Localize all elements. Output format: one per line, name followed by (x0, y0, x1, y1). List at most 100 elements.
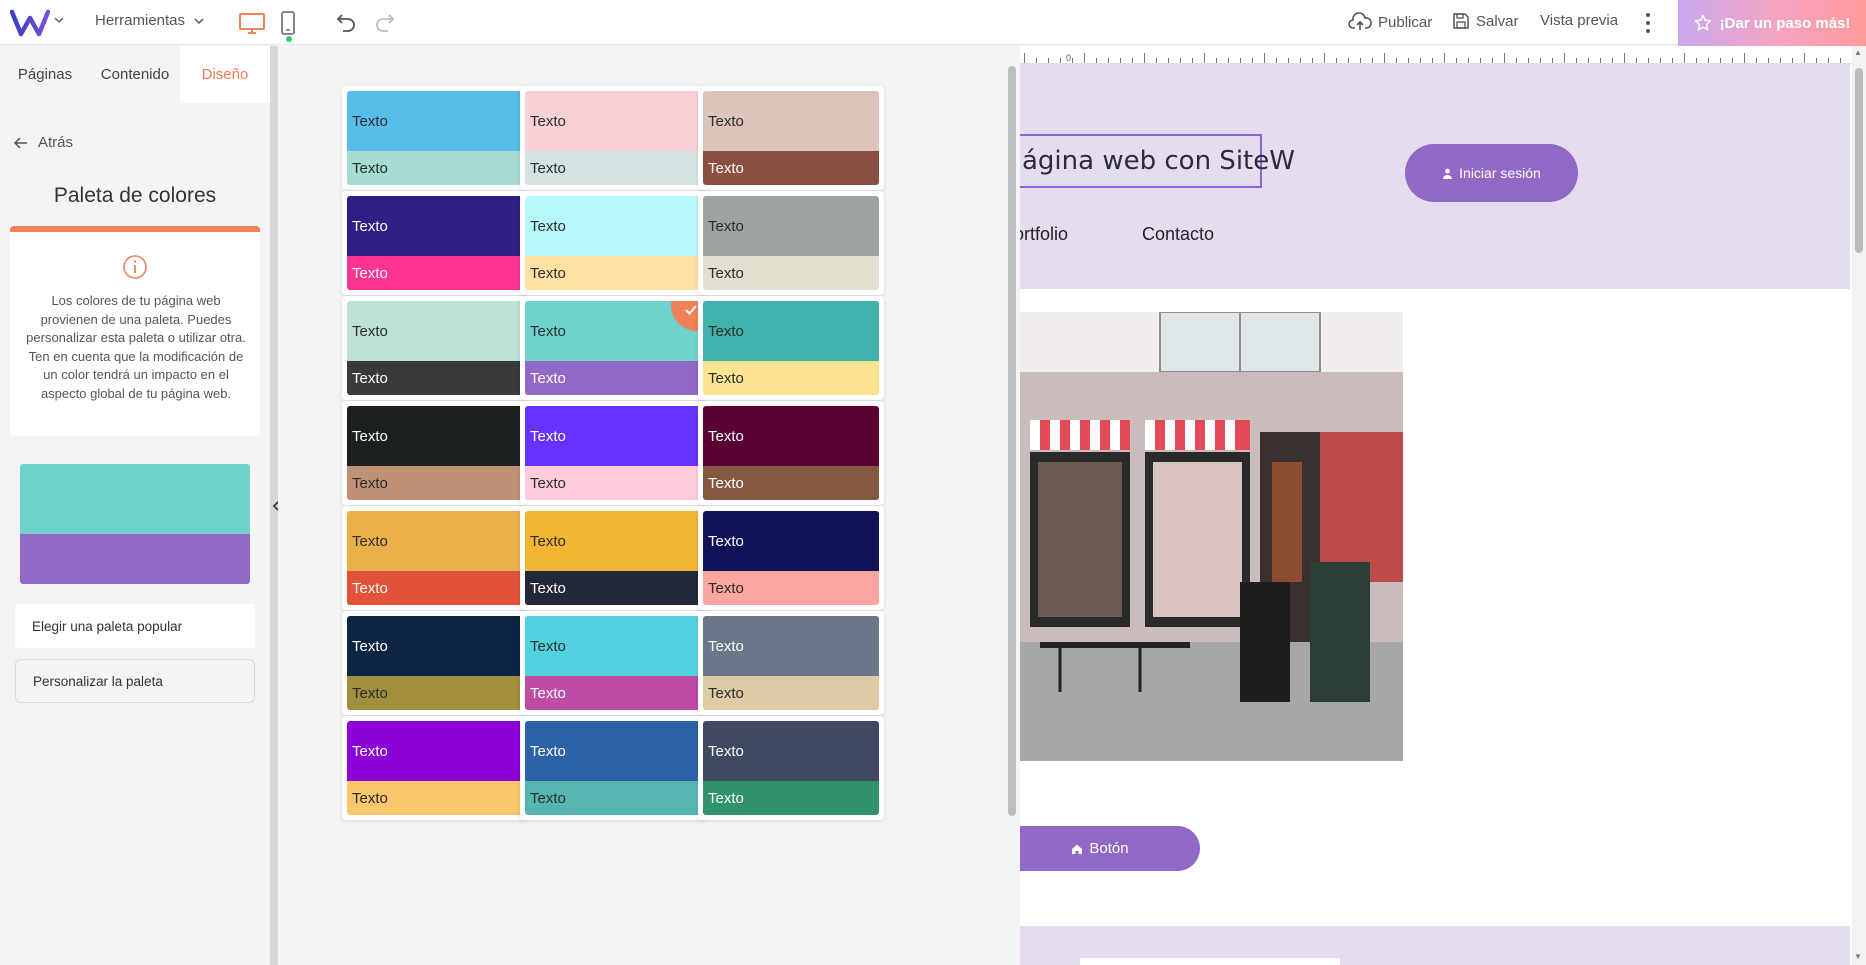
palette-option[interactable]: Texto Texto (520, 506, 706, 610)
ruler-tick (1456, 58, 1457, 63)
save-button[interactable]: Salvar (1452, 12, 1519, 30)
storefront-illustration (1020, 312, 1403, 761)
palette-primary-swatch: Texto (347, 196, 523, 256)
palette-sample-text: Texto (352, 637, 388, 655)
palette-secondary-swatch: Texto (525, 781, 701, 815)
scroll-down-icon[interactable]: ▼ (1854, 952, 1862, 961)
palette-sample-text: Texto (352, 322, 388, 340)
ruler-tick (1072, 58, 1073, 63)
cta-button[interactable]: Botón (1020, 826, 1200, 871)
undo-icon[interactable] (334, 10, 358, 34)
info-text: Los colores de tu página web provienen d… (26, 293, 246, 401)
tools-label: Herramientas (95, 12, 186, 29)
upgrade-button[interactable]: ¡Dar un paso más! (1678, 0, 1866, 46)
palette-option[interactable]: Texto Texto (698, 191, 884, 295)
palette-secondary-swatch: Texto (525, 151, 701, 185)
ruler-tick (1600, 58, 1601, 63)
palette-sample-text: Texto (530, 217, 566, 235)
ruler-tick (1420, 58, 1421, 63)
palette-option[interactable]: Texto Texto (698, 401, 884, 505)
palette-option[interactable]: Texto Texto (520, 716, 706, 820)
scroll-up-icon[interactable]: ▲ (1854, 48, 1862, 57)
nav-link-contact[interactable]: Contacto (1142, 224, 1214, 245)
palette-option[interactable]: Texto Texto (698, 716, 884, 820)
tab-design[interactable]: Diseño (180, 46, 270, 103)
palette-secondary-swatch: Texto (703, 571, 879, 605)
palette-primary-swatch: Texto (703, 616, 879, 676)
palette-sample-text: Texto (708, 579, 744, 597)
palette-option[interactable]: Texto Texto (520, 191, 706, 295)
palette-sample-text: Texto (352, 742, 388, 760)
ruler-tick (1312, 58, 1313, 63)
palette-option[interactable]: Texto Texto (520, 401, 706, 505)
palette-sample-text: Texto (352, 532, 388, 550)
ruler-tick (1300, 58, 1301, 63)
ruler-tick (1240, 58, 1241, 63)
ruler-tick (1660, 58, 1661, 63)
palette-option[interactable]: Texto Texto (520, 296, 706, 400)
current-palette-preview[interactable] (20, 464, 250, 584)
save-label: Salvar (1476, 12, 1519, 30)
ruler-tick (1840, 58, 1841, 63)
nav-link-portfolio[interactable]: ortfolio (1020, 224, 1068, 245)
ruler-tick (1252, 58, 1253, 63)
more-vertical-icon[interactable] (1640, 10, 1656, 36)
palette-option[interactable]: Texto Texto (342, 191, 528, 295)
palette-primary-swatch: Texto (525, 511, 701, 571)
ruler-tick (1540, 58, 1541, 63)
palette-option[interactable]: Texto Texto (342, 296, 528, 400)
ruler-tick (1288, 58, 1289, 63)
palette-sample-text: Texto (352, 789, 388, 807)
ruler-tick (1372, 58, 1373, 63)
sitew-logo-icon[interactable] (10, 8, 50, 38)
ruler-tick (1828, 58, 1829, 63)
palette-secondary-swatch: Texto (347, 676, 523, 710)
palette-secondary-swatch: Texto (525, 571, 701, 605)
publish-button[interactable]: Publicar (1348, 12, 1432, 32)
ruler-tick (1672, 58, 1673, 63)
ruler-tick (1264, 53, 1265, 63)
redo-icon[interactable] (373, 10, 397, 34)
tools-menu[interactable]: Herramientas (95, 12, 205, 29)
palette-primary-swatch: Texto (703, 511, 879, 571)
ruler-tick (1816, 58, 1817, 63)
choose-popular-palette-button[interactable]: Elegir una paleta popular (15, 604, 255, 648)
ruler-tick (1024, 53, 1025, 63)
mobile-icon[interactable] (280, 10, 296, 36)
ruler-tick (1732, 58, 1733, 63)
palette-primary-swatch: Texto (347, 721, 523, 781)
chevron-down-icon[interactable] (54, 15, 64, 25)
ruler-tick (1228, 58, 1229, 63)
tab-pages[interactable]: Páginas (0, 46, 90, 103)
home-icon (1072, 844, 1083, 854)
storefront-photo[interactable] (1020, 312, 1403, 761)
palette-option[interactable]: Texto Texto (698, 86, 884, 190)
palette-option[interactable]: Texto Texto (342, 86, 528, 190)
customize-palette-button[interactable]: Personalizar la paleta (15, 659, 255, 703)
palette-option[interactable]: Texto Texto (342, 401, 528, 505)
palette-grid-scroll-thumb[interactable] (1008, 66, 1016, 816)
upgrade-label: ¡Dar un paso más! (1719, 14, 1851, 32)
site-title-text-block[interactable]: ágina web con SiteW (1020, 134, 1295, 188)
palette-sample-text: Texto (530, 532, 566, 550)
palette-option[interactable]: Texto Texto (698, 611, 884, 715)
preview-scroll-thumb[interactable] (1855, 68, 1863, 253)
palette-option[interactable]: Texto Texto (342, 506, 528, 610)
palette-option[interactable]: Texto Texto (698, 296, 884, 400)
info-card: Los colores de tu página web provienen d… (10, 226, 260, 436)
login-button[interactable]: Iniciar sesión (1405, 144, 1578, 202)
back-link[interactable]: Atrás (14, 134, 73, 151)
palette-option[interactable]: Texto Texto (342, 716, 528, 820)
ruler-tick (1060, 58, 1061, 63)
preview-button[interactable]: Vista previa (1540, 12, 1618, 29)
palette-option[interactable]: Texto Texto (698, 506, 884, 610)
palette-primary-swatch: Texto (347, 91, 523, 151)
palette-option[interactable]: Texto Texto (520, 611, 706, 715)
desktop-icon[interactable] (238, 11, 266, 35)
palette-secondary-swatch: Texto (525, 256, 701, 290)
palette-option[interactable]: Texto Texto (520, 86, 706, 190)
palette-option[interactable]: Texto Texto (342, 611, 528, 715)
site-header[interactable]: ágina web con SiteW Iniciar sesión ortfo… (1020, 64, 1850, 289)
palette-sample-text: Texto (708, 637, 744, 655)
tab-content[interactable]: Contenido (90, 46, 180, 103)
